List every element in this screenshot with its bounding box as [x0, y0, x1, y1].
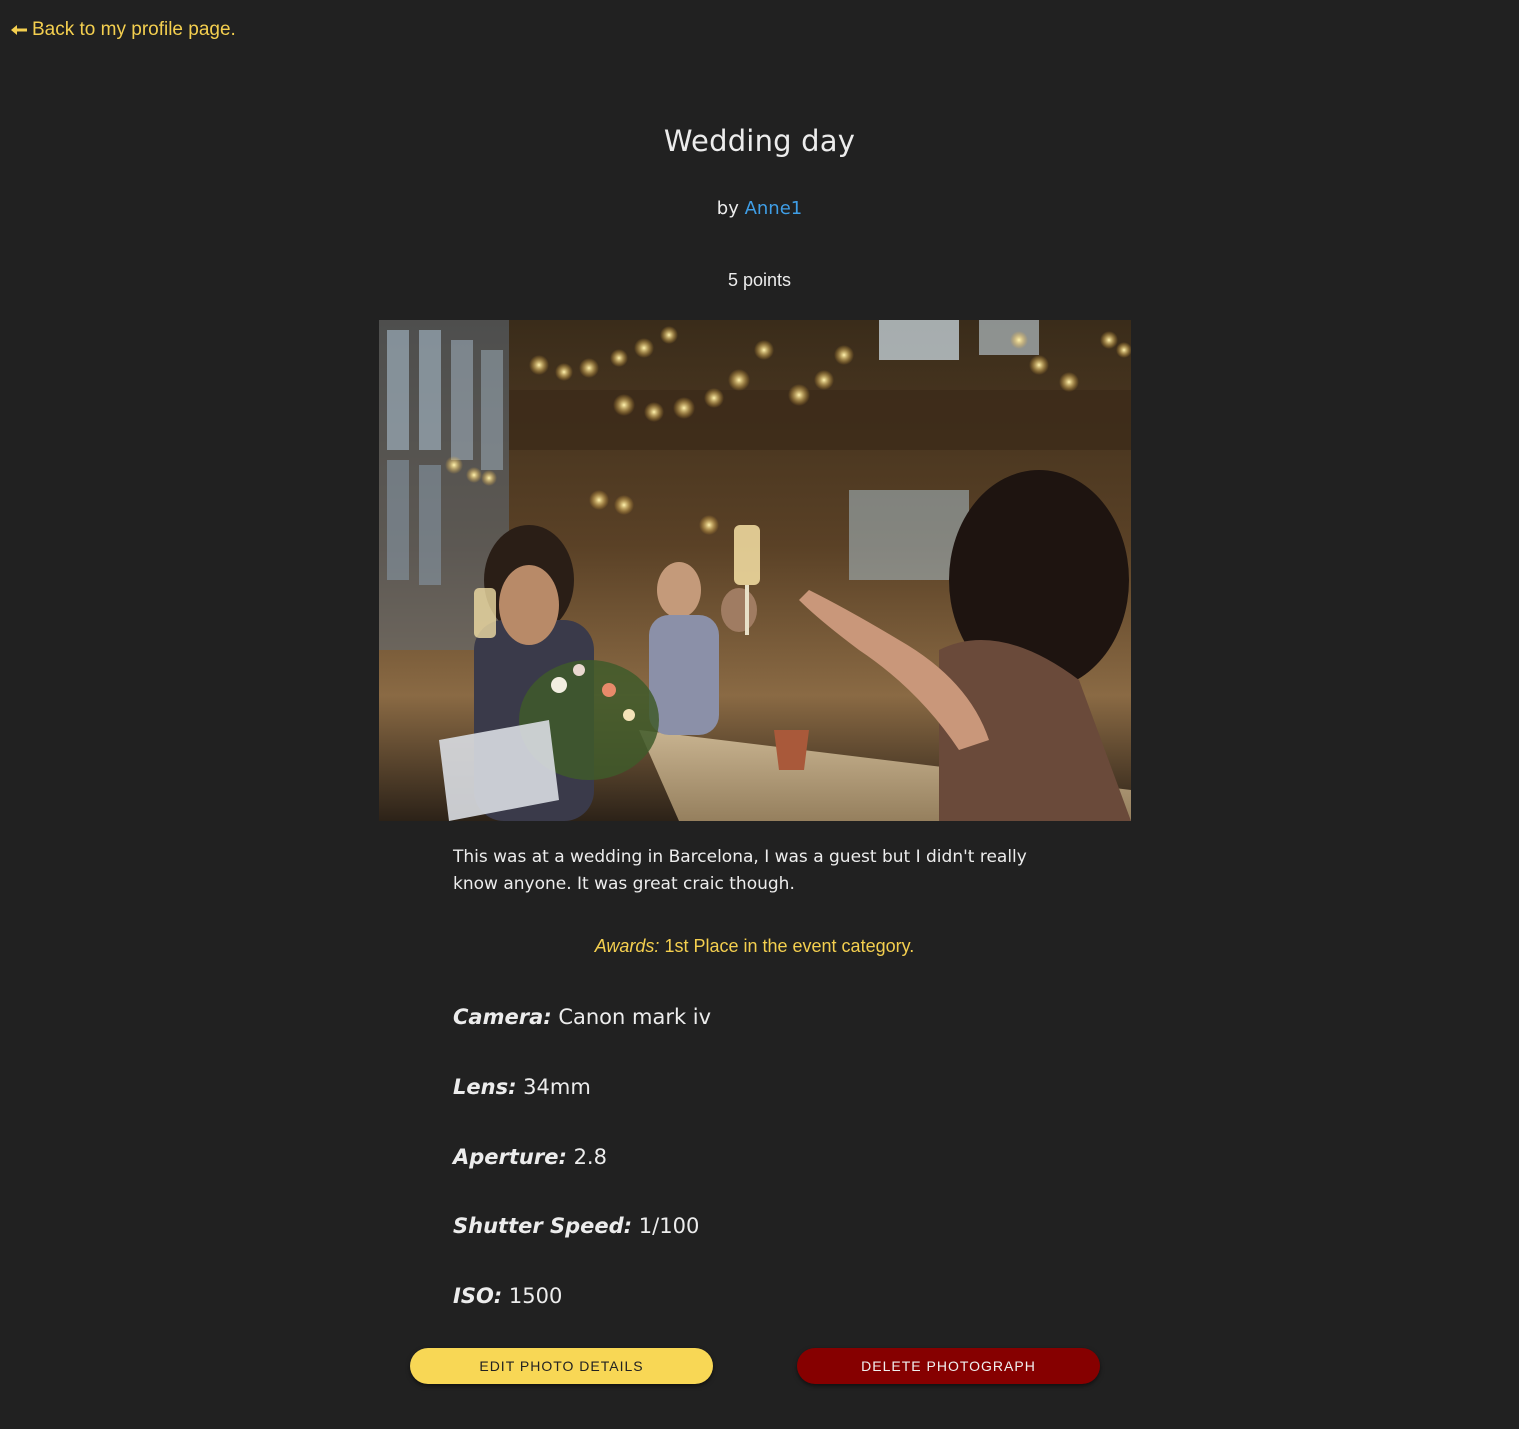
spec-lens-label: Lens: — [453, 1075, 517, 1099]
photo-title: Wedding day — [663, 124, 856, 158]
spec-lens: Lens: 34mm — [453, 1075, 591, 1099]
spec-aperture: Aperture: 2.8 — [453, 1145, 607, 1169]
spec-iso-label: ISO: — [453, 1284, 503, 1308]
byline-prefix: by — [716, 198, 739, 219]
awards-value: 1st Place in the event category. — [664, 936, 915, 956]
spec-camera-value: Canon mark iv — [558, 1005, 712, 1029]
spec-camera: Camera: Canon mark iv — [453, 1005, 711, 1029]
spec-shutter-value: 1/100 — [638, 1214, 700, 1238]
spec-lens-value: 34mm — [523, 1075, 591, 1099]
wedding-photo — [379, 320, 1131, 821]
spec-aperture-label: Aperture: — [453, 1145, 567, 1169]
spec-iso: ISO: 1500 — [453, 1284, 562, 1308]
delete-photograph-button[interactable]: DELETE PHOTOGRAPH — [797, 1348, 1100, 1384]
back-link-label: Back to my profile page. — [32, 19, 236, 40]
awards-line: Awards: 1st Place in the event category. — [0, 936, 1509, 957]
spec-iso-value: 1500 — [508, 1284, 563, 1308]
back-to-profile-link[interactable]: Back to my profile page. — [10, 19, 236, 41]
photo-description: This was at a wedding in Barcelona, I wa… — [453, 847, 1027, 894]
awards-label: Awards: — [594, 936, 660, 956]
points-count: 5 points — [727, 270, 792, 290]
spec-aperture-value: 2.8 — [573, 1145, 607, 1169]
edit-photo-details-button[interactable]: EDIT PHOTO DETAILS — [410, 1348, 713, 1384]
arrow-left-icon — [11, 25, 27, 35]
spec-shutter: Shutter Speed: 1/100 — [453, 1214, 699, 1238]
spec-camera-label: Camera: — [453, 1005, 552, 1029]
byline: by Anne1 — [0, 198, 1519, 219]
author-link[interactable]: Anne1 — [745, 198, 803, 219]
spec-shutter-label: Shutter Speed: — [453, 1214, 633, 1238]
